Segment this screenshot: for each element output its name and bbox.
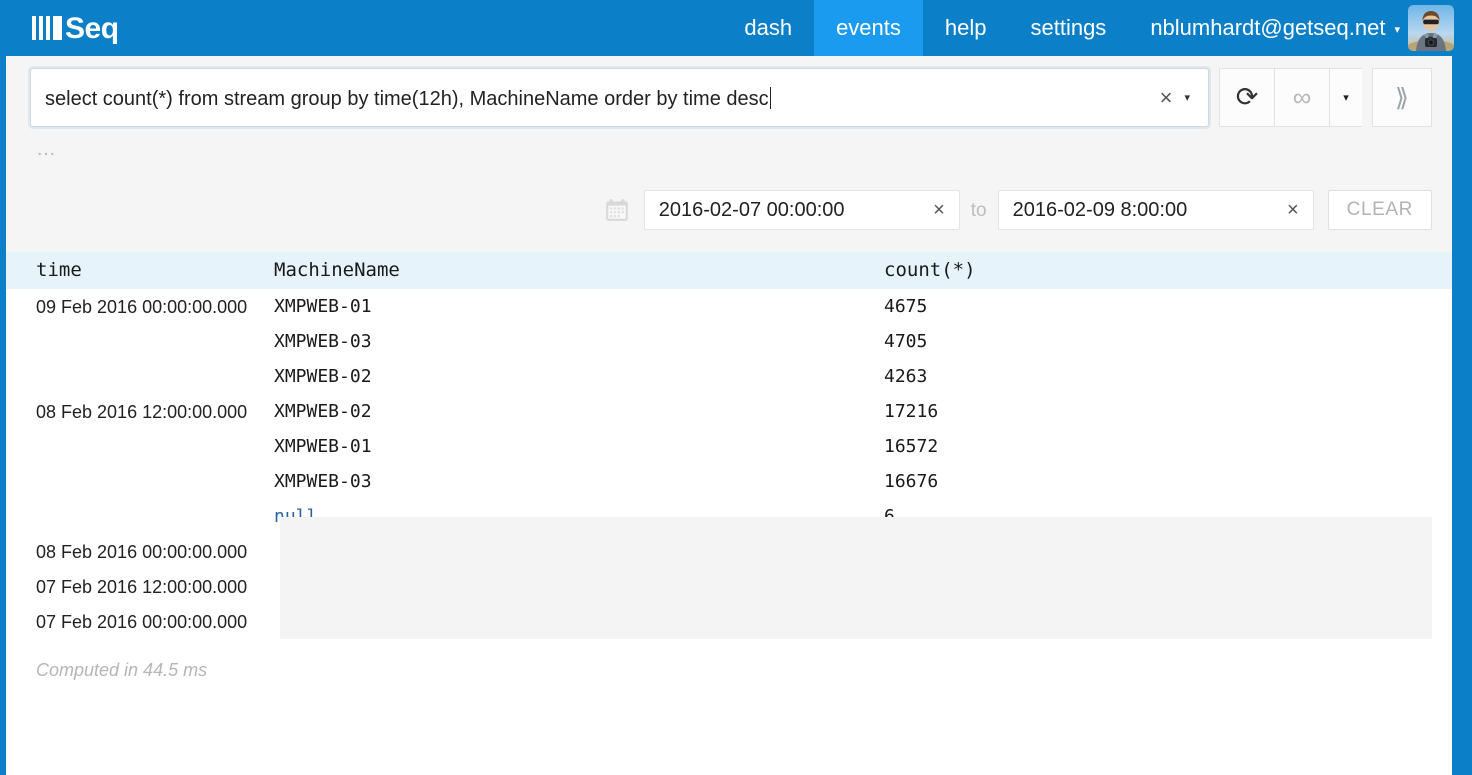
query-input[interactable]: select count(*) from stream group by tim… xyxy=(30,68,1209,127)
column-header-time[interactable]: time xyxy=(6,261,266,280)
cell-time: 07 Feb 2016 00:00:00.000 xyxy=(36,611,248,632)
cell-count: 17216 xyxy=(884,400,939,422)
live-tail-infinity-button[interactable]: ∞ xyxy=(1274,68,1329,127)
query-text: select count(*) from stream group by tim… xyxy=(45,86,1150,109)
cell-count: 16572 xyxy=(884,435,939,457)
cell-count: 4705 xyxy=(884,330,928,352)
column-header-machinename[interactable]: MachineName xyxy=(266,261,876,280)
avatar-image xyxy=(1408,5,1454,51)
query-panel: select count(*) from stream group by tim… xyxy=(6,56,1452,252)
live-tail-chevron-down-icon[interactable]: ▾ xyxy=(1329,68,1362,127)
nav-item-dash[interactable]: dash xyxy=(722,0,814,56)
top-navbar: Seq dash events help settings nblumhardt… xyxy=(0,0,1472,56)
cell-count: 16676 xyxy=(884,470,939,492)
expand-panel-button[interactable]: ⟫ xyxy=(1372,68,1432,127)
table-row[interactable]: 09 Feb 2016 00:00:00.000 XMPWEB-01 4675 xyxy=(6,289,1452,324)
computed-time-note: Computed in 44.5 ms xyxy=(36,660,208,680)
avatar-button[interactable] xyxy=(1408,0,1472,56)
nav-item-settings[interactable]: settings xyxy=(1008,0,1128,56)
date-from-value: 2016-02-07 00:00:00 xyxy=(658,199,845,221)
clear-filter-button[interactable]: CLEAR xyxy=(1327,190,1432,230)
table-header-row: time MachineName count(*) xyxy=(6,252,1452,289)
cell-machinename: XMPWEB-02 xyxy=(274,365,372,387)
query-history-chevron-down-icon[interactable]: ▾ xyxy=(1182,91,1196,104)
date-from-field[interactable]: 2016-02-07 00:00:00 × xyxy=(643,190,960,230)
results-table: time MachineName count(*) 09 Feb 2016 00… xyxy=(6,252,1452,679)
cell-machinename: XMPWEB-01 xyxy=(274,435,372,457)
table-row[interactable]: XMPWEB-03 4705 xyxy=(6,324,1452,359)
seq-bars-icon xyxy=(32,16,62,40)
table-row[interactable]: 08 Feb 2016 12:00:00.000 XMPWEB-02 17216 xyxy=(6,394,1452,429)
cell-time: 09 Feb 2016 00:00:00.000 xyxy=(36,296,248,317)
calendar-icon[interactable] xyxy=(604,197,630,223)
cell-time: 07 Feb 2016 12:00:00.000 xyxy=(36,576,248,597)
date-range-separator: to xyxy=(970,199,987,221)
button-separator xyxy=(1362,68,1372,127)
user-email: nblumhardt@getseq.net xyxy=(1150,15,1386,40)
query-expand-ellipsis[interactable]: … xyxy=(6,127,1452,167)
table-row[interactable]: XMPWEB-03 16676 xyxy=(6,464,1452,499)
query-row: select count(*) from stream group by tim… xyxy=(6,68,1452,127)
cell-machinename: XMPWEB-03 xyxy=(274,470,372,492)
refresh-button[interactable]: ⟳ xyxy=(1219,68,1274,127)
query-value: select count(*) from stream group by tim… xyxy=(45,87,769,109)
cell-machinename: XMPWEB-02 xyxy=(274,400,372,422)
chevron-down-icon: ▾ xyxy=(1394,23,1400,36)
empty-group-shading xyxy=(280,517,1432,639)
cell-machinename: XMPWEB-03 xyxy=(274,330,372,352)
brand-logo[interactable]: Seq xyxy=(0,0,119,56)
nav-links: dash events help settings nblumhardt@get… xyxy=(722,0,1472,56)
text-cursor xyxy=(769,86,771,109)
cell-time: 08 Feb 2016 00:00:00.000 xyxy=(36,541,248,562)
cell-time: 08 Feb 2016 12:00:00.000 xyxy=(36,401,248,422)
brand-name: Seq xyxy=(65,12,119,45)
table-row[interactable]: XMPWEB-01 16572 xyxy=(6,429,1452,464)
cell-machinename: XMPWEB-01 xyxy=(274,295,372,317)
nav-item-events[interactable]: events xyxy=(814,0,923,56)
date-range-filter: 2016-02-07 00:00:00 × to 2016-02-09 8:00… xyxy=(604,190,1432,230)
column-header-count[interactable]: count(*) xyxy=(876,261,1452,280)
cell-count: 4263 xyxy=(884,365,928,387)
query-buttons: ⟳ ∞ ▾ ⟫ xyxy=(1219,68,1432,127)
cell-count: 4675 xyxy=(884,295,928,317)
date-to-field[interactable]: 2016-02-09 8:00:00 × xyxy=(997,190,1314,230)
nav-item-help[interactable]: help xyxy=(923,0,1009,56)
page-body: select count(*) from stream group by tim… xyxy=(6,56,1452,775)
user-menu[interactable]: nblumhardt@getseq.net ▾ xyxy=(1128,0,1408,56)
table-row[interactable]: XMPWEB-02 4263 xyxy=(6,359,1452,394)
app-root: Seq dash events help settings nblumhardt… xyxy=(0,0,1472,775)
clear-query-icon[interactable]: × xyxy=(1150,86,1183,109)
clear-date-to-icon[interactable]: × xyxy=(1283,200,1303,220)
date-to-value: 2016-02-09 8:00:00 xyxy=(1012,199,1188,221)
clear-date-from-icon[interactable]: × xyxy=(929,200,949,220)
